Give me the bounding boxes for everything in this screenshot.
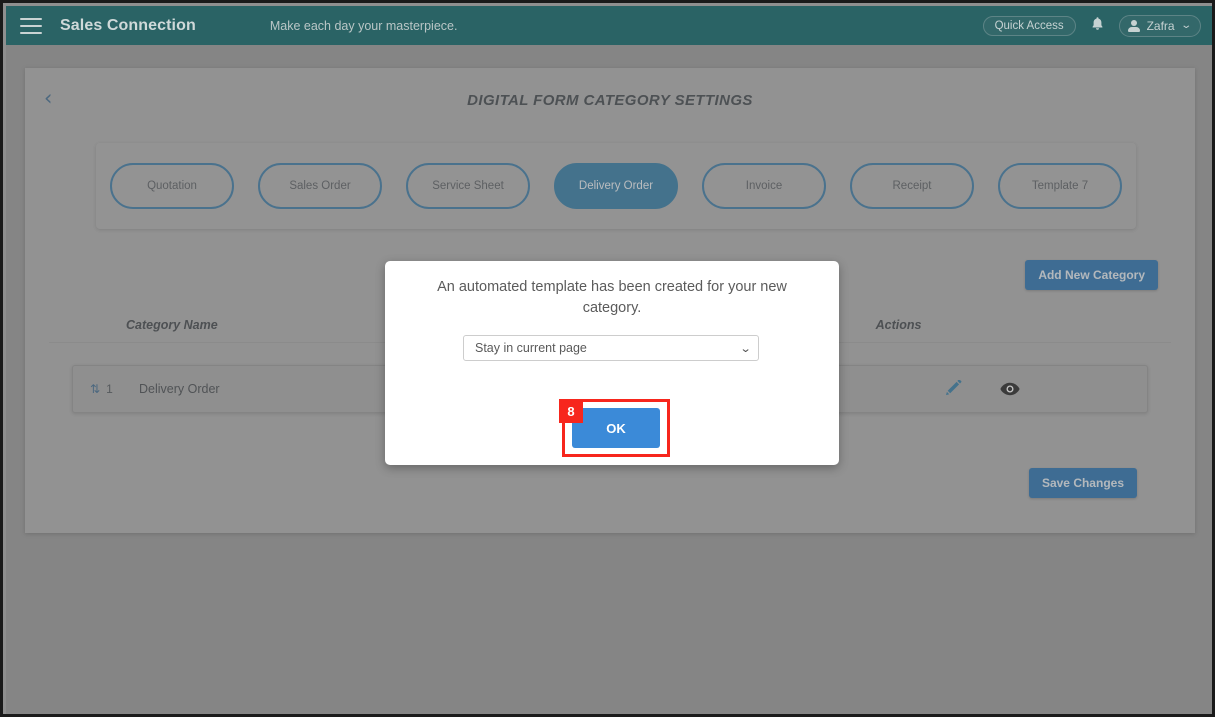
top-app-bar: Sales Connection Make each day your mast… [6, 6, 1212, 45]
hamburger-icon[interactable] [20, 17, 42, 34]
dialog-message: An automated template has been created f… [437, 279, 787, 316]
select-value-label: Stay in current page [475, 341, 587, 355]
chevron-down-icon: ⌄ [1179, 20, 1192, 31]
avatar-icon [1127, 19, 1140, 32]
annotation-step-badge: 8 [559, 399, 583, 423]
app-brand-title: Sales Connection [60, 16, 196, 34]
app-tagline: Make each day your masterpiece. [269, 18, 458, 33]
user-menu-chip[interactable]: Zafra ⌄ [1118, 14, 1201, 37]
user-name-label: Zafra [1146, 18, 1175, 33]
app-bar-right-cluster: Quick Access Zafra ⌄ [982, 14, 1201, 37]
bell-icon[interactable] [1090, 16, 1105, 36]
ok-button[interactable]: OK [572, 408, 660, 448]
navigation-choice-select[interactable]: Stay in current page ⌄ [463, 335, 759, 361]
app-window: Sales Connection Make each day your mast… [0, 0, 1215, 717]
quick-access-button[interactable]: Quick Access [982, 15, 1076, 36]
chevron-down-icon: ⌄ [739, 342, 752, 355]
